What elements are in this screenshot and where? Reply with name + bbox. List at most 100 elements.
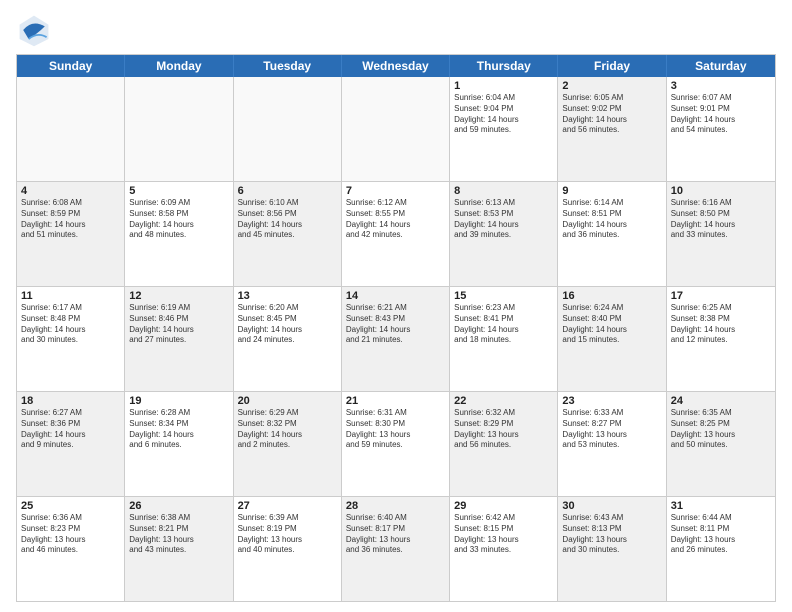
header xyxy=(16,12,776,48)
cal-cell-21: 21Sunrise: 6:31 AM Sunset: 8:30 PM Dayli… xyxy=(342,392,450,496)
cal-cell-9: 9Sunrise: 6:14 AM Sunset: 8:51 PM Daylig… xyxy=(558,182,666,286)
cal-cell-7: 7Sunrise: 6:12 AM Sunset: 8:55 PM Daylig… xyxy=(342,182,450,286)
day-number: 6 xyxy=(238,185,337,197)
day-number: 22 xyxy=(454,395,553,407)
cell-info: Sunrise: 6:23 AM Sunset: 8:41 PM Dayligh… xyxy=(454,303,553,346)
logo-icon xyxy=(16,12,52,48)
cell-info: Sunrise: 6:12 AM Sunset: 8:55 PM Dayligh… xyxy=(346,198,445,241)
cal-cell-25: 25Sunrise: 6:36 AM Sunset: 8:23 PM Dayli… xyxy=(17,497,125,601)
day-number: 24 xyxy=(671,395,771,407)
cell-info: Sunrise: 6:09 AM Sunset: 8:58 PM Dayligh… xyxy=(129,198,228,241)
cal-cell-24: 24Sunrise: 6:35 AM Sunset: 8:25 PM Dayli… xyxy=(667,392,775,496)
day-number: 23 xyxy=(562,395,661,407)
cell-info: Sunrise: 6:42 AM Sunset: 8:15 PM Dayligh… xyxy=(454,513,553,556)
day-number: 8 xyxy=(454,185,553,197)
header-day-tuesday: Tuesday xyxy=(234,55,342,77)
cal-row-2: 11Sunrise: 6:17 AM Sunset: 8:48 PM Dayli… xyxy=(17,287,775,392)
cal-cell-10: 10Sunrise: 6:16 AM Sunset: 8:50 PM Dayli… xyxy=(667,182,775,286)
cal-cell-15: 15Sunrise: 6:23 AM Sunset: 8:41 PM Dayli… xyxy=(450,287,558,391)
cal-cell-19: 19Sunrise: 6:28 AM Sunset: 8:34 PM Dayli… xyxy=(125,392,233,496)
cell-info: Sunrise: 6:32 AM Sunset: 8:29 PM Dayligh… xyxy=(454,408,553,451)
cell-info: Sunrise: 6:20 AM Sunset: 8:45 PM Dayligh… xyxy=(238,303,337,346)
day-number: 31 xyxy=(671,500,771,512)
day-number: 14 xyxy=(346,290,445,302)
cell-info: Sunrise: 6:16 AM Sunset: 8:50 PM Dayligh… xyxy=(671,198,771,241)
day-number: 16 xyxy=(562,290,661,302)
cal-cell-3: 3Sunrise: 6:07 AM Sunset: 9:01 PM Daylig… xyxy=(667,77,775,181)
cal-cell-28: 28Sunrise: 6:40 AM Sunset: 8:17 PM Dayli… xyxy=(342,497,450,601)
day-number: 9 xyxy=(562,185,661,197)
cell-info: Sunrise: 6:40 AM Sunset: 8:17 PM Dayligh… xyxy=(346,513,445,556)
cal-cell-empty xyxy=(342,77,450,181)
day-number: 5 xyxy=(129,185,228,197)
cal-cell-2: 2Sunrise: 6:05 AM Sunset: 9:02 PM Daylig… xyxy=(558,77,666,181)
cal-row-1: 4Sunrise: 6:08 AM Sunset: 8:59 PM Daylig… xyxy=(17,182,775,287)
cell-info: Sunrise: 6:38 AM Sunset: 8:21 PM Dayligh… xyxy=(129,513,228,556)
cell-info: Sunrise: 6:39 AM Sunset: 8:19 PM Dayligh… xyxy=(238,513,337,556)
cal-cell-empty xyxy=(234,77,342,181)
cal-cell-14: 14Sunrise: 6:21 AM Sunset: 8:43 PM Dayli… xyxy=(342,287,450,391)
cell-info: Sunrise: 6:19 AM Sunset: 8:46 PM Dayligh… xyxy=(129,303,228,346)
header-day-wednesday: Wednesday xyxy=(342,55,450,77)
day-number: 19 xyxy=(129,395,228,407)
cell-info: Sunrise: 6:21 AM Sunset: 8:43 PM Dayligh… xyxy=(346,303,445,346)
header-day-thursday: Thursday xyxy=(450,55,558,77)
cal-cell-5: 5Sunrise: 6:09 AM Sunset: 8:58 PM Daylig… xyxy=(125,182,233,286)
day-number: 2 xyxy=(562,80,661,92)
cell-info: Sunrise: 6:17 AM Sunset: 8:48 PM Dayligh… xyxy=(21,303,120,346)
cal-cell-16: 16Sunrise: 6:24 AM Sunset: 8:40 PM Dayli… xyxy=(558,287,666,391)
cal-cell-13: 13Sunrise: 6:20 AM Sunset: 8:45 PM Dayli… xyxy=(234,287,342,391)
day-number: 20 xyxy=(238,395,337,407)
cell-info: Sunrise: 6:29 AM Sunset: 8:32 PM Dayligh… xyxy=(238,408,337,451)
calendar-body: 1Sunrise: 6:04 AM Sunset: 9:04 PM Daylig… xyxy=(17,77,775,601)
day-number: 15 xyxy=(454,290,553,302)
page: SundayMondayTuesdayWednesdayThursdayFrid… xyxy=(0,0,792,612)
day-number: 26 xyxy=(129,500,228,512)
cal-cell-22: 22Sunrise: 6:32 AM Sunset: 8:29 PM Dayli… xyxy=(450,392,558,496)
calendar-header: SundayMondayTuesdayWednesdayThursdayFrid… xyxy=(17,55,775,77)
header-day-sunday: Sunday xyxy=(17,55,125,77)
day-number: 12 xyxy=(129,290,228,302)
cell-info: Sunrise: 6:13 AM Sunset: 8:53 PM Dayligh… xyxy=(454,198,553,241)
cell-info: Sunrise: 6:08 AM Sunset: 8:59 PM Dayligh… xyxy=(21,198,120,241)
day-number: 30 xyxy=(562,500,661,512)
day-number: 13 xyxy=(238,290,337,302)
cal-row-4: 25Sunrise: 6:36 AM Sunset: 8:23 PM Dayli… xyxy=(17,497,775,601)
cal-cell-18: 18Sunrise: 6:27 AM Sunset: 8:36 PM Dayli… xyxy=(17,392,125,496)
day-number: 28 xyxy=(346,500,445,512)
cell-info: Sunrise: 6:43 AM Sunset: 8:13 PM Dayligh… xyxy=(562,513,661,556)
header-day-monday: Monday xyxy=(125,55,233,77)
cal-cell-11: 11Sunrise: 6:17 AM Sunset: 8:48 PM Dayli… xyxy=(17,287,125,391)
cal-cell-12: 12Sunrise: 6:19 AM Sunset: 8:46 PM Dayli… xyxy=(125,287,233,391)
logo xyxy=(16,12,56,48)
day-number: 25 xyxy=(21,500,120,512)
cal-row-3: 18Sunrise: 6:27 AM Sunset: 8:36 PM Dayli… xyxy=(17,392,775,497)
cell-info: Sunrise: 6:25 AM Sunset: 8:38 PM Dayligh… xyxy=(671,303,771,346)
day-number: 21 xyxy=(346,395,445,407)
cell-info: Sunrise: 6:05 AM Sunset: 9:02 PM Dayligh… xyxy=(562,93,661,136)
day-number: 18 xyxy=(21,395,120,407)
cell-info: Sunrise: 6:04 AM Sunset: 9:04 PM Dayligh… xyxy=(454,93,553,136)
cal-cell-17: 17Sunrise: 6:25 AM Sunset: 8:38 PM Dayli… xyxy=(667,287,775,391)
day-number: 10 xyxy=(671,185,771,197)
cal-cell-empty xyxy=(17,77,125,181)
cal-cell-29: 29Sunrise: 6:42 AM Sunset: 8:15 PM Dayli… xyxy=(450,497,558,601)
day-number: 29 xyxy=(454,500,553,512)
day-number: 1 xyxy=(454,80,553,92)
cal-row-0: 1Sunrise: 6:04 AM Sunset: 9:04 PM Daylig… xyxy=(17,77,775,182)
header-day-saturday: Saturday xyxy=(667,55,775,77)
cell-info: Sunrise: 6:24 AM Sunset: 8:40 PM Dayligh… xyxy=(562,303,661,346)
day-number: 7 xyxy=(346,185,445,197)
calendar: SundayMondayTuesdayWednesdayThursdayFrid… xyxy=(16,54,776,602)
cal-cell-6: 6Sunrise: 6:10 AM Sunset: 8:56 PM Daylig… xyxy=(234,182,342,286)
cal-cell-8: 8Sunrise: 6:13 AM Sunset: 8:53 PM Daylig… xyxy=(450,182,558,286)
cell-info: Sunrise: 6:28 AM Sunset: 8:34 PM Dayligh… xyxy=(129,408,228,451)
cell-info: Sunrise: 6:31 AM Sunset: 8:30 PM Dayligh… xyxy=(346,408,445,451)
cell-info: Sunrise: 6:10 AM Sunset: 8:56 PM Dayligh… xyxy=(238,198,337,241)
cal-cell-31: 31Sunrise: 6:44 AM Sunset: 8:11 PM Dayli… xyxy=(667,497,775,601)
cell-info: Sunrise: 6:36 AM Sunset: 8:23 PM Dayligh… xyxy=(21,513,120,556)
cell-info: Sunrise: 6:44 AM Sunset: 8:11 PM Dayligh… xyxy=(671,513,771,556)
cal-cell-1: 1Sunrise: 6:04 AM Sunset: 9:04 PM Daylig… xyxy=(450,77,558,181)
cal-cell-27: 27Sunrise: 6:39 AM Sunset: 8:19 PM Dayli… xyxy=(234,497,342,601)
cell-info: Sunrise: 6:35 AM Sunset: 8:25 PM Dayligh… xyxy=(671,408,771,451)
